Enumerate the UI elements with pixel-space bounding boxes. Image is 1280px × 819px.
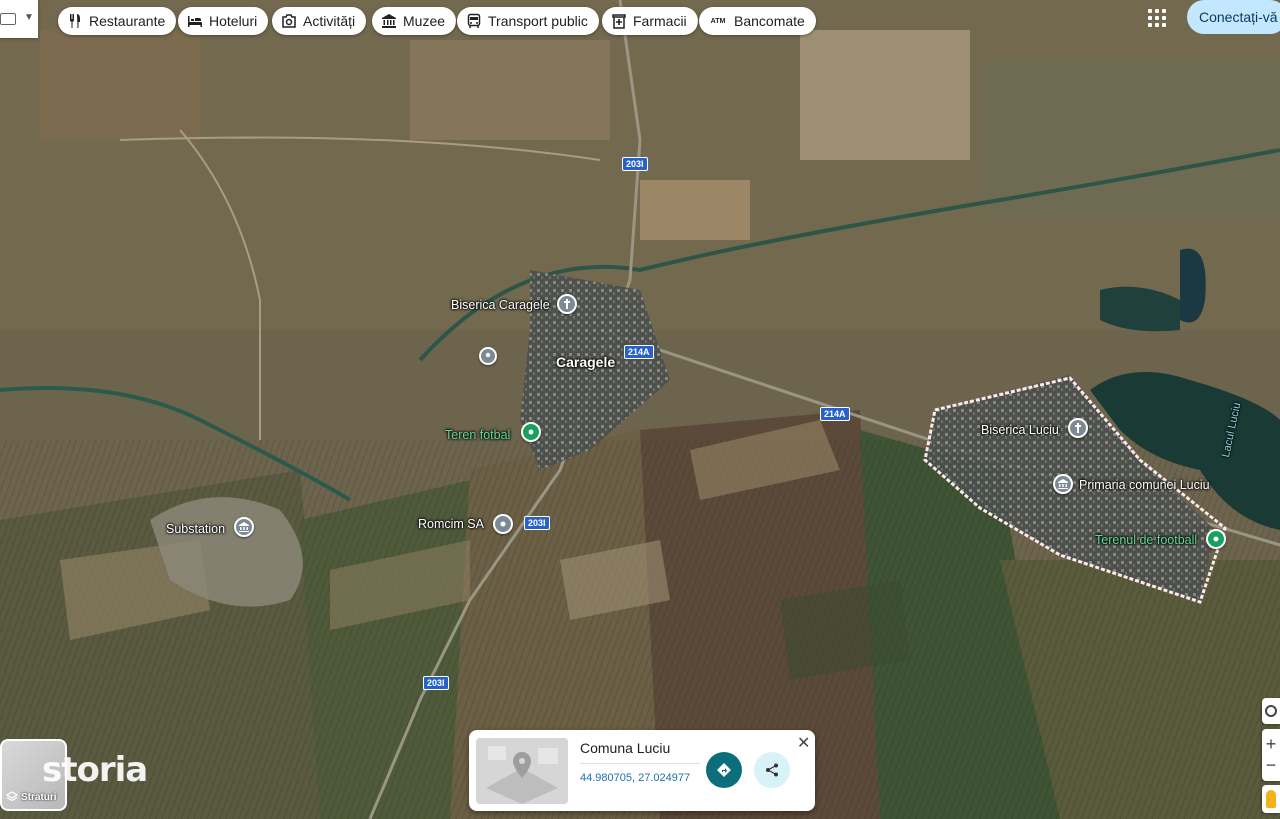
zoom-controls: + −	[1262, 729, 1280, 781]
pharmacy-icon	[611, 13, 627, 29]
chip-label: Muzee	[403, 13, 446, 29]
sign-in-button[interactable]: Conectați-vă	[1187, 0, 1280, 34]
church-pin-icon[interactable]	[557, 294, 577, 314]
place-label[interactable]: Primaria comunei Luciu	[1079, 478, 1210, 492]
keyboard-icon[interactable]	[0, 13, 16, 25]
road-shield-203i: 203I	[622, 157, 648, 171]
pegman-icon	[1266, 790, 1276, 808]
layers-label: Straturi	[21, 791, 57, 803]
chip-museums[interactable]: Muzee	[372, 7, 457, 35]
chip-label: Transport public	[488, 13, 588, 29]
camera-icon	[281, 13, 297, 29]
church-pin-icon[interactable]	[1068, 418, 1088, 438]
map-pin-illustration	[476, 738, 568, 804]
museum-icon	[381, 13, 397, 29]
divider	[580, 763, 700, 764]
street-view-pegman[interactable]	[1262, 785, 1280, 813]
chip-pharmacies[interactable]: Farmacii	[602, 7, 698, 35]
stadium-pin-icon[interactable]	[521, 422, 541, 442]
share-button[interactable]	[754, 752, 790, 788]
my-location-icon	[1265, 705, 1277, 717]
stadium-pin-icon[interactable]	[1206, 529, 1226, 549]
satellite-map[interactable]	[0, 0, 1280, 819]
place-thumbnail[interactable]	[476, 738, 568, 804]
chip-label: Bancomate	[734, 13, 805, 29]
layers-label-row: Straturi	[6, 791, 57, 803]
town-label[interactable]: Caragele	[556, 354, 615, 370]
bus-icon	[466, 13, 482, 29]
road-shield-214a: 214A	[624, 345, 654, 359]
chip-label: Farmacii	[633, 13, 687, 29]
chip-label: Restaurante	[89, 13, 166, 29]
atm-icon: ATM	[710, 17, 726, 25]
location-pin-icon[interactable]	[493, 514, 513, 534]
close-icon[interactable]: ✕	[797, 733, 810, 753]
chevron-down-icon[interactable]: ▼	[24, 12, 34, 23]
fork-knife-icon	[67, 13, 83, 29]
place-label[interactable]: Biserica Caragele	[451, 298, 550, 312]
place-label[interactable]: Teren fotbal	[445, 428, 510, 442]
building-pin-icon[interactable]	[234, 517, 254, 537]
apps-grid-icon[interactable]	[1146, 7, 1168, 29]
chip-activities[interactable]: Activități	[272, 7, 367, 35]
place-info-card: Comuna Luciu 44.980705, 27.024977 ✕	[469, 730, 815, 811]
my-location-button[interactable]	[1262, 698, 1280, 724]
search-box-stub[interactable]: ▼	[0, 0, 38, 38]
chip-label: Hoteluri	[209, 13, 258, 29]
zoom-out-button[interactable]: −	[1266, 755, 1277, 776]
layers-icon	[6, 791, 18, 802]
road-shield-203i: 203I	[524, 516, 550, 530]
share-icon	[766, 763, 778, 777]
bed-icon	[187, 13, 203, 29]
road-shield-203i: 203I	[423, 676, 449, 690]
chip-atms[interactable]: ATM Bancomate	[699, 7, 816, 35]
place-name: Comuna Luciu	[580, 740, 671, 756]
place-label[interactable]: Terenul de football	[1095, 533, 1197, 547]
place-coordinates[interactable]: 44.980705, 27.024977	[580, 772, 690, 784]
zoom-in-button[interactable]: +	[1266, 734, 1277, 755]
place-label[interactable]: Romcim SA	[418, 517, 484, 531]
chip-label: Activități	[303, 13, 356, 29]
chip-public-transport[interactable]: Transport public	[457, 7, 599, 35]
place-label[interactable]: Substation	[166, 522, 225, 536]
road-shield-214a: 214A	[820, 407, 850, 421]
storia-watermark: storia	[42, 750, 148, 790]
chip-restaurants[interactable]: Restaurante	[58, 7, 177, 35]
place-label[interactable]: Biserica Luciu	[981, 423, 1059, 437]
location-pin-icon[interactable]	[479, 347, 497, 365]
directions-button[interactable]	[706, 752, 742, 788]
directions-icon	[717, 763, 731, 777]
chip-hotels[interactable]: Hoteluri	[178, 7, 269, 35]
building-pin-icon[interactable]	[1053, 474, 1073, 494]
